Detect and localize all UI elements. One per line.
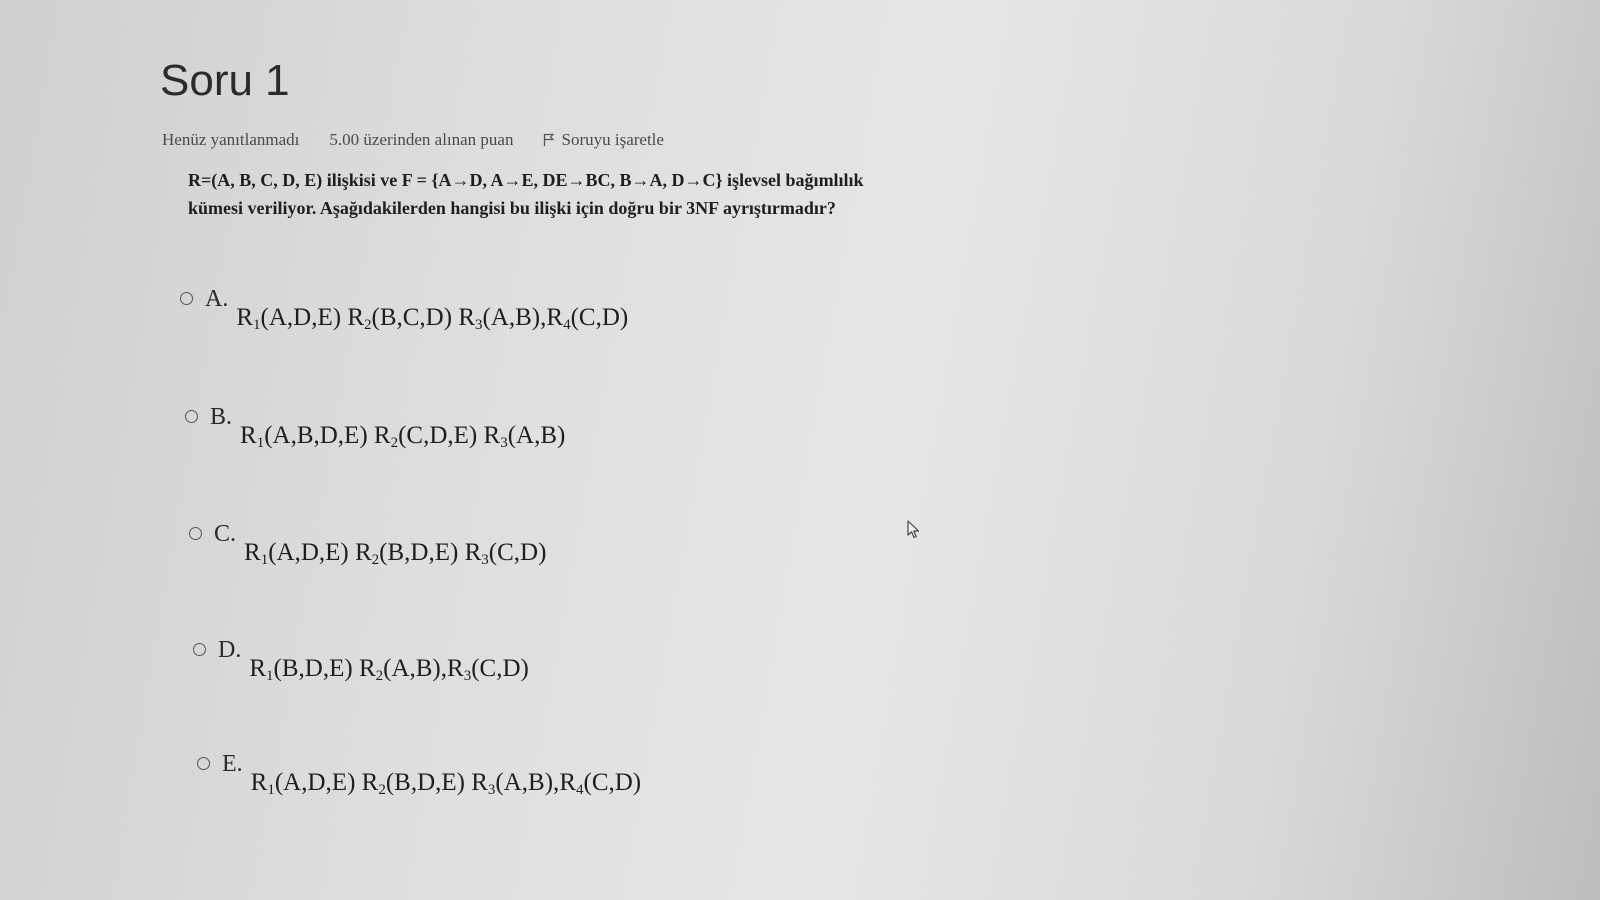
answer-text: R1(B,D,E) R2(A,B),R3(C,D)	[249, 655, 529, 684]
relation-attributes: (A,B),	[482, 304, 547, 331]
answer-letter: D.	[218, 637, 242, 663]
question-points: 5.00 üzerinden alınan puan	[329, 130, 514, 149]
relation-index: 4	[563, 317, 571, 333]
radio-button-icon[interactable]	[180, 292, 193, 305]
answer-option[interactable]: E. R1(A,D,E) R2(B,D,E) R3(A,B),R4(C,D)	[197, 751, 642, 798]
answer-text: R1(A,D,E) R2(B,C,D) R3(A,B),R4(C,D)	[236, 304, 629, 333]
relation-index: 4	[576, 782, 584, 798]
flag-question-link[interactable]: Soruyu işaretle	[543, 130, 664, 150]
relation-name: R	[447, 655, 464, 682]
relation-index: 1	[266, 668, 274, 684]
relation-name: R	[483, 422, 501, 449]
relation-attributes: (A,D,E)	[268, 539, 355, 566]
relation-attributes: (A,B),	[495, 769, 560, 796]
answer-option[interactable]: A. R1(A,D,E) R2(B,C,D) R3(A,B),R4(C,D)	[180, 286, 629, 333]
answer-text: R1(A,D,E) R2(B,D,E) R3(A,B),R4(C,D)	[250, 769, 642, 798]
question-text: R=(A, B, C, D, E) ilişkisi ve F = {A→D, …	[188, 166, 1008, 222]
relation-attributes: (B,D,E)	[385, 769, 472, 796]
radio-button-icon[interactable]	[197, 757, 210, 770]
relation-index: 2	[378, 782, 386, 798]
answer-letter: E.	[222, 751, 243, 777]
relation-attributes: (A,B),	[383, 655, 448, 682]
relation-attributes: (C,D,E)	[398, 422, 484, 449]
relation-name: R	[458, 304, 475, 331]
relation-index: 1	[253, 317, 261, 333]
relation-index: 2	[375, 668, 384, 684]
relation-attributes: (B,C,D)	[371, 304, 459, 331]
relation-name: R	[240, 422, 257, 449]
radio-button-icon[interactable]	[189, 527, 202, 540]
relation-name: R	[546, 304, 564, 331]
answer-option[interactable]: B. R1(A,B,D,E) R2(C,D,E) R3(A,B)	[185, 404, 566, 451]
relation-attributes: (A,B,D,E)	[264, 422, 374, 449]
relation-name: R	[244, 539, 261, 566]
answer-letter: B.	[210, 404, 233, 430]
quiz-page: Soru 1 Henüz yanıtlanmadı 5.00 üzerinden…	[0, 0, 1600, 900]
relation-attributes: (B,D,E)	[273, 655, 359, 682]
answer-letter: A.	[205, 286, 229, 312]
relation-attributes: (C,D)	[570, 304, 629, 331]
answer-text: R1(A,D,E) R2(B,D,E) R3(C,D)	[244, 539, 547, 568]
relation-attributes: (A,B)	[507, 422, 566, 449]
answer-letter: C.	[214, 521, 237, 547]
question-status: Henüz yanıtlanmadı	[162, 130, 300, 149]
relation-name: R	[559, 769, 576, 796]
relation-attributes: (C,D)	[488, 539, 547, 566]
flag-icon	[543, 133, 555, 147]
relation-name: R	[361, 769, 379, 796]
relation-name: R	[358, 655, 376, 682]
relation-index: 3	[475, 317, 483, 333]
question-title: Soru 1	[160, 56, 290, 105]
relation-name: R	[236, 304, 254, 331]
answer-option[interactable]: D. R1(B,D,E) R2(A,B),R3(C,D)	[193, 637, 529, 684]
question-info: Henüz yanıtlanmadı 5.00 üzerinden alınan…	[162, 130, 664, 150]
radio-button-icon[interactable]	[193, 643, 206, 656]
relation-name: R	[373, 422, 391, 449]
answer-text: R1(A,B,D,E) R2(C,D,E) R3(A,B)	[240, 422, 566, 451]
relation-index: 2	[390, 435, 399, 451]
relation-index: 2	[364, 317, 372, 333]
relation-name: R	[347, 304, 364, 331]
relation-index: 1	[267, 782, 275, 798]
radio-button-icon[interactable]	[185, 410, 198, 423]
question-text-line-1: R=(A, B, C, D, E) ilişkisi ve F = {A→D, …	[188, 170, 864, 190]
relation-name: R	[249, 655, 267, 682]
relation-name: R	[250, 769, 268, 796]
relation-attributes: (C,D)	[583, 769, 642, 796]
relation-attributes: (A,D,E)	[260, 304, 348, 331]
relation-attributes: (A,D,E)	[274, 769, 362, 796]
answer-option[interactable]: C. R1(A,D,E) R2(B,D,E) R3(C,D)	[189, 521, 547, 568]
relation-attributes: (B,D,E)	[379, 539, 465, 566]
relation-name: R	[464, 539, 482, 566]
question-text-line-2: kümesi veriliyor. Aşağıdakilerden hangis…	[188, 198, 836, 218]
relation-index: 3	[481, 552, 489, 568]
relation-attributes: (C,D)	[471, 655, 529, 682]
flag-question-label: Soruyu işaretle	[561, 130, 664, 149]
relation-index: 3	[500, 435, 508, 451]
relation-name: R	[471, 769, 488, 796]
mouse-pointer-icon	[906, 520, 922, 545]
relation-name: R	[354, 539, 372, 566]
